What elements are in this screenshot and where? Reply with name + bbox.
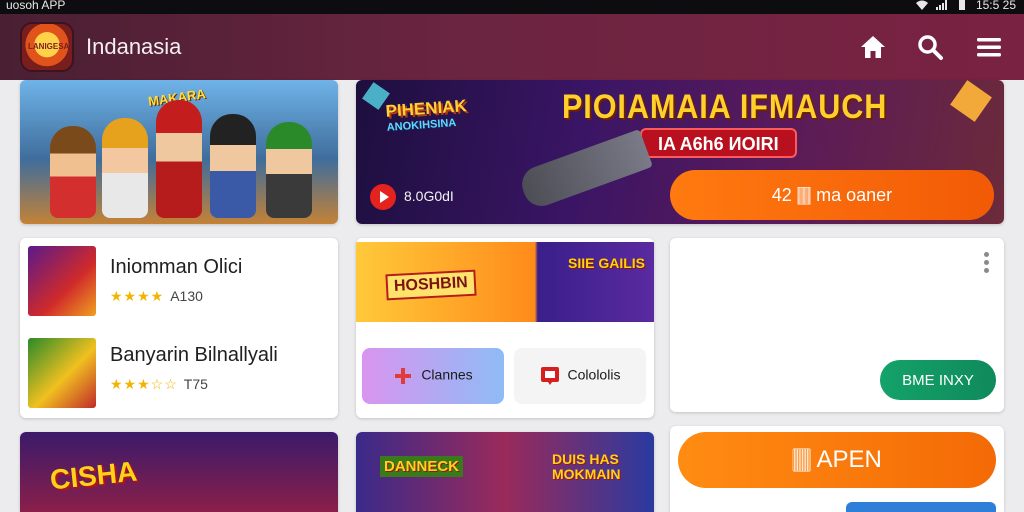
- game-character: [50, 126, 96, 218]
- game-logo: DANNECK: [380, 456, 463, 477]
- side-card: BME INXY: [670, 238, 1004, 412]
- banner-cta-button[interactable]: 42 🀫 ma oaner: [670, 170, 994, 220]
- promo-button-secondary[interactable]: Colololis: [514, 348, 646, 404]
- promo-button-primary[interactable]: Clannes: [362, 348, 504, 404]
- list-item-rating-text: A130: [170, 288, 203, 304]
- game-character: [210, 114, 256, 218]
- side-card-button[interactable]: BME INXY: [880, 360, 996, 400]
- blue-button-edge[interactable]: [846, 502, 996, 512]
- status-carrier: uosoh APP: [6, 0, 66, 12]
- game-character: [266, 122, 312, 218]
- list-item-title: Banyarin Bilnallyali: [110, 344, 278, 366]
- banner-game-logo: PIHENIAK ANOKIHSINA: [385, 96, 468, 133]
- wifi-icon: [915, 0, 928, 10]
- game-logo: CISHA: [48, 455, 139, 496]
- promo-button-primary-label: Clannes: [421, 366, 473, 383]
- promo-logo-right: SIIE GAILIS: [568, 255, 646, 271]
- kebab-icon[interactable]: [984, 252, 990, 274]
- game-card-bottom-middle[interactable]: DANNECK DUIS HAS MOKMAIN: [356, 432, 654, 512]
- home-button[interactable]: [858, 32, 888, 62]
- search-button[interactable]: [915, 32, 945, 62]
- battery-icon: [958, 0, 965, 10]
- game-logo-secondary: DUIS HAS MOKMAIN: [552, 451, 621, 483]
- app-bar: LANIGESA Indanasia: [0, 14, 1024, 80]
- open-card: 🀫 APEN: [670, 426, 1004, 512]
- star-rating-icon: ★★★★: [110, 288, 165, 304]
- banner-view-count: 8.0G0dI: [404, 188, 454, 204]
- app-logo-text: LANIGESA: [28, 42, 70, 51]
- list-item-rating-text: T75: [183, 376, 208, 392]
- banner-headline: PIOIAMAIA IFMAUCH: [562, 88, 888, 126]
- promo-button-secondary-label: Colololis: [567, 366, 621, 383]
- list-item-rating: ★★★★ A130: [110, 288, 203, 305]
- promo-logo-left: HOSHBIN: [385, 269, 477, 301]
- menu-icon: [977, 38, 1001, 57]
- game-list-card: Iniomman Olici ★★★★ A130 Banyarin Bilnall…: [20, 238, 338, 418]
- decorative-cube: [950, 80, 992, 122]
- promo-card: HOSHBIN SIIE GAILIS Clannes Colololis: [356, 238, 654, 418]
- play-icon[interactable]: [370, 184, 396, 210]
- game-card-bottom-left[interactable]: CISHA: [20, 432, 338, 512]
- banner-weapon-image: [517, 128, 653, 212]
- list-item-title: Iniomman Olici: [110, 256, 243, 278]
- home-icon: [861, 36, 885, 58]
- star-rating-icon: ★★★☆☆: [110, 376, 178, 392]
- chat-icon: [540, 367, 559, 385]
- plus-icon: [395, 368, 412, 384]
- list-item[interactable]: Banyarin Bilnallyali ★★★☆☆ T75: [20, 334, 338, 414]
- featured-game-card[interactable]: MAKARA: [20, 80, 338, 224]
- promo-card-banner[interactable]: HOSHBIN SIIE GAILIS: [356, 242, 654, 322]
- status-time: 15:5 25: [975, 0, 1016, 12]
- menu-button[interactable]: [974, 32, 1004, 62]
- app-logo[interactable]: LANIGESA: [20, 22, 74, 72]
- status-bar: uosoh APP 15:5 25: [0, 0, 1024, 14]
- banner-tag: IA A6h6 ИOIRI: [640, 128, 797, 158]
- search-icon: [918, 35, 943, 60]
- game-character: [156, 100, 202, 218]
- app-title: Indanasia: [86, 34, 182, 59]
- list-item-thumbnail: [28, 338, 96, 408]
- signal-icon: [935, 0, 947, 10]
- list-item-rating: ★★★☆☆ T75: [110, 376, 208, 393]
- list-item-thumbnail: [28, 246, 96, 316]
- promo-banner[interactable]: PIHENIAK ANOKIHSINA PIOIAMAIA IFMAUCH IA…: [356, 80, 1004, 224]
- game-character: [102, 118, 148, 218]
- open-button[interactable]: 🀫 APEN: [678, 432, 996, 488]
- list-item[interactable]: Iniomman Olici ★★★★ A130: [20, 242, 338, 322]
